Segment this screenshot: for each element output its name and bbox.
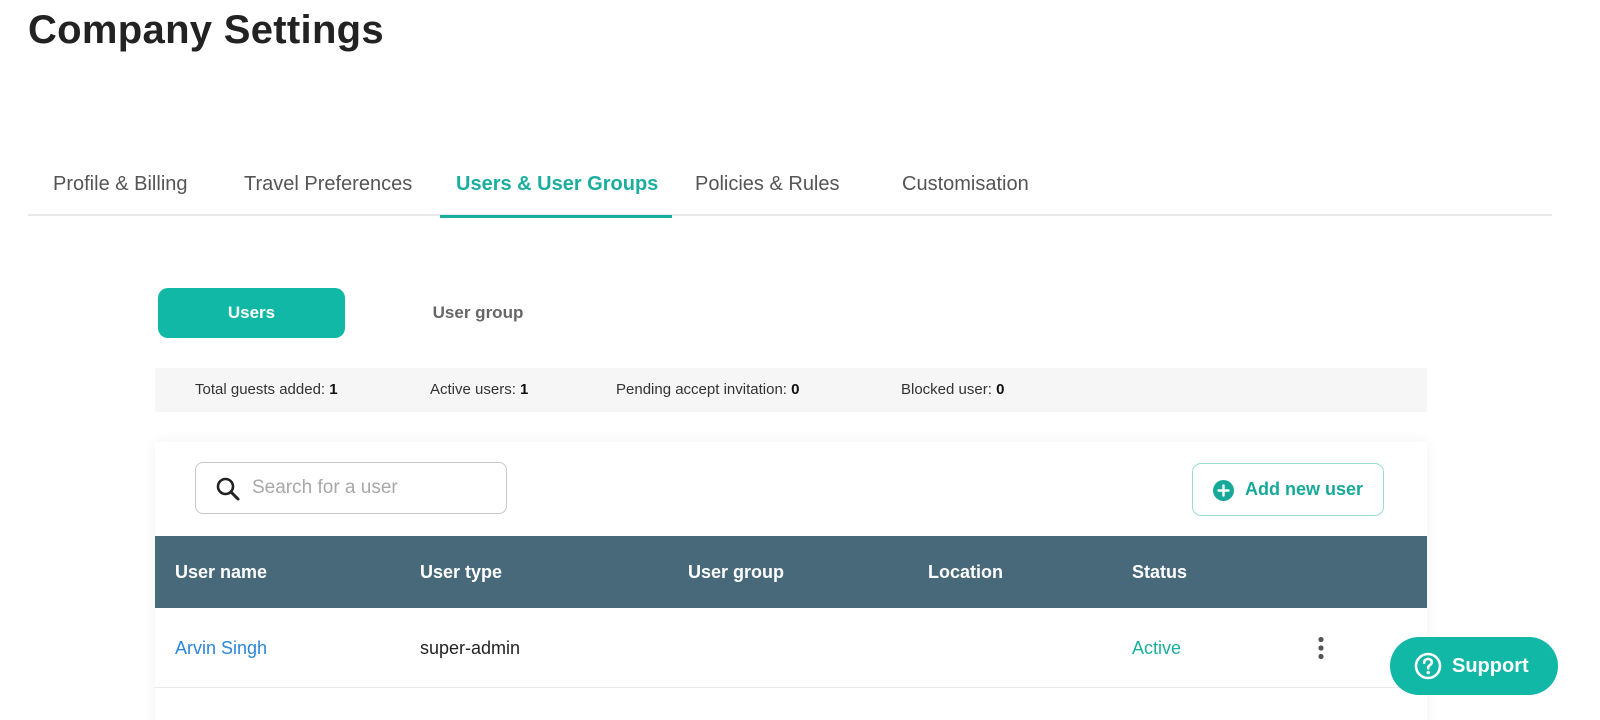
add-new-user-label: Add new user: [1245, 479, 1364, 499]
page-title: Company Settings: [28, 8, 384, 52]
column-header-user-name: User name: [175, 562, 268, 582]
stat-value: 0: [791, 381, 800, 398]
stat-pending-invitation: Pending accept invitation: 0: [616, 368, 799, 412]
user-type-cell: super-admin: [420, 638, 521, 658]
stat-total-guests: Total guests added: 1: [195, 368, 338, 412]
users-segment-button[interactable]: Users: [158, 288, 345, 338]
stat-label: Blocked user:: [901, 381, 992, 398]
stat-value: 0: [996, 381, 1005, 398]
search-input[interactable]: [252, 473, 492, 503]
plus-circle-icon: [1213, 480, 1234, 501]
add-new-user-button[interactable]: Add new user: [1192, 463, 1384, 516]
question-circle-icon: [1414, 652, 1442, 680]
settings-tabs: Profile & Billing Travel Preferences Use…: [28, 168, 1552, 218]
table-row: Arvin Singh super-admin Active: [155, 608, 1427, 688]
more-options-icon[interactable]: [1313, 636, 1329, 660]
table-header: User name User type User group Location …: [155, 536, 1427, 608]
user-name-link[interactable]: Arvin Singh: [175, 608, 267, 688]
tab-customisation[interactable]: Customisation: [902, 168, 1029, 216]
status-cell: Active: [1132, 638, 1182, 658]
stat-blocked-user: Blocked user: 0: [901, 368, 1004, 412]
stat-active-users: Active users: 1: [430, 368, 528, 412]
user-stats-bar: Total guests added: 1 Active users: 1 Pe…: [155, 368, 1427, 412]
search-icon: [216, 477, 240, 501]
stat-label: Active users:: [430, 381, 516, 398]
user-group-segment-button[interactable]: User group: [380, 288, 576, 338]
company-settings-page: Company Settings Profile & Billing Trave…: [0, 0, 1600, 720]
search-box[interactable]: [195, 462, 507, 514]
support-label: Support: [1452, 655, 1529, 677]
column-header-user-type: User type: [420, 562, 503, 582]
column-header-location: Location: [928, 562, 1003, 582]
users-card: Add new user User name User type User gr…: [155, 442, 1427, 720]
tab-policies-rules[interactable]: Policies & Rules: [695, 168, 840, 216]
tab-travel-preferences[interactable]: Travel Preferences: [244, 168, 412, 216]
stat-label: Total guests added:: [195, 381, 326, 398]
column-header-status: Status: [1132, 562, 1188, 582]
support-button[interactable]: Support: [1390, 637, 1558, 695]
tab-profile-billing[interactable]: Profile & Billing: [53, 168, 188, 216]
tab-users-user-groups[interactable]: Users & User Groups: [439, 168, 673, 218]
column-header-user-group: User group: [688, 562, 785, 582]
stat-value: 1: [329, 381, 338, 398]
stat-value: 1: [520, 381, 529, 398]
stat-label: Pending accept invitation:: [616, 381, 787, 398]
